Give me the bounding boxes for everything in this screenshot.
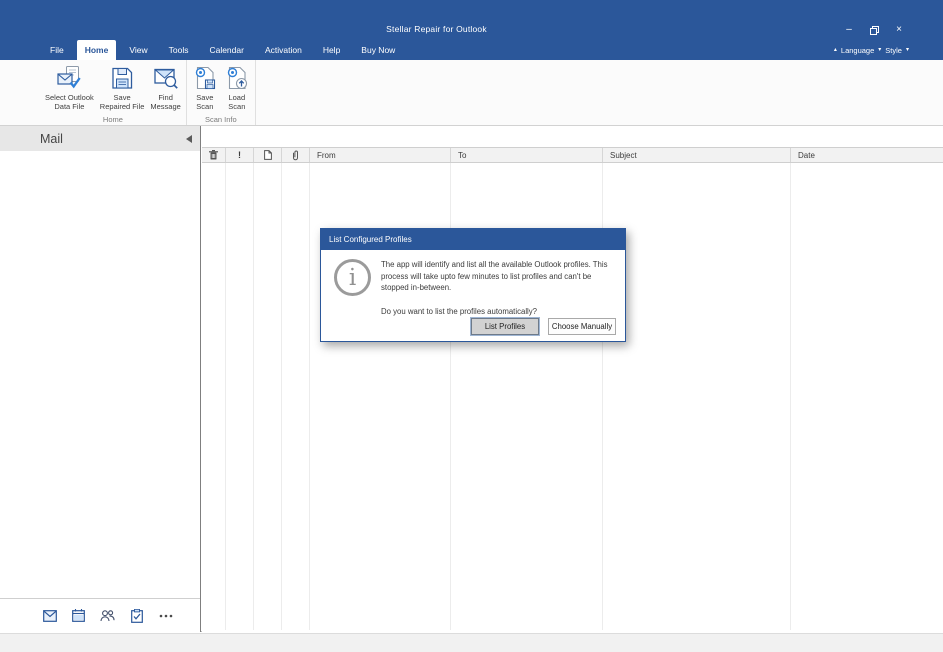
ribbon-group-home: Select Outlook Data File Save Repaired F… [40, 60, 186, 125]
select-outlook-data-file-icon [56, 65, 82, 91]
sidebar-nav-bar [0, 598, 200, 632]
ribbon-button-label: Save Scan [196, 93, 213, 111]
menu-buy-now[interactable]: Buy Now [353, 40, 403, 60]
language-up-icon: ▴ [834, 46, 837, 53]
message-list-header: ! From To Subject Date [202, 147, 943, 163]
dialog-message: The app will identify and list all the a… [381, 259, 621, 294]
menu-view[interactable]: View [121, 40, 155, 60]
column-header-from[interactable]: From [310, 148, 451, 162]
load-scan-button[interactable]: Load Scan [221, 64, 253, 112]
language-menu[interactable]: Language [841, 46, 874, 55]
ribbon: Select Outlook Data File Save Repaired F… [0, 60, 943, 126]
grid-divider [790, 163, 791, 630]
save-repaired-file-button[interactable]: Save Repaired File [97, 64, 148, 112]
message-list-area: ! From To Subject Date [202, 126, 943, 632]
choose-manually-button[interactable]: Choose Manually [548, 318, 616, 335]
ribbon-group-label-scan-info: Scan Info [187, 115, 255, 124]
mail-icon [43, 610, 57, 622]
column-header-to[interactable]: To [451, 148, 603, 162]
main-area: Mail [0, 126, 943, 632]
column-header-subject[interactable]: Subject [603, 148, 791, 162]
menu-activation[interactable]: Activation [257, 40, 310, 60]
ribbon-button-label: Select Outlook Data File [45, 93, 94, 111]
column-header-date[interactable]: Date [791, 148, 943, 162]
document-icon [264, 150, 272, 160]
dialog-body: i The app will identify and list all the… [321, 250, 625, 341]
calendar-nav-button[interactable] [71, 608, 86, 623]
status-bar [0, 633, 943, 652]
style-caret-icon: ▾ [906, 46, 909, 53]
message-list-top-strip [202, 126, 943, 147]
close-button[interactable]: × [891, 24, 907, 36]
minimize-button[interactable]: – [841, 24, 857, 36]
contacts-nav-button[interactable] [100, 608, 115, 623]
menu-calendar[interactable]: Calendar [201, 40, 252, 60]
contacts-icon [100, 610, 115, 622]
language-caret-icon: ▾ [878, 46, 881, 53]
menu-tools[interactable]: Tools [161, 40, 197, 60]
more-icon [159, 614, 173, 618]
find-message-icon [153, 65, 179, 91]
column-header-attachment[interactable] [282, 148, 310, 162]
dialog-title-bar[interactable]: List Configured Profiles [321, 229, 625, 250]
importance-icon: ! [238, 150, 241, 160]
grid-divider [281, 163, 282, 630]
list-profiles-button[interactable]: List Profiles [471, 318, 539, 335]
list-configured-profiles-dialog: List Configured Profiles i The app will … [320, 228, 626, 342]
window-controls: – × [841, 24, 907, 36]
mail-panel-header: Mail [0, 126, 200, 151]
ribbon-group-label-home: Home [40, 115, 186, 124]
dialog-buttons: List Profiles Choose Manually [471, 318, 616, 335]
title-bar: Stellar Repair for Outlook – × [0, 0, 943, 40]
ribbon-button-label: Load Scan [228, 93, 245, 111]
load-scan-icon [224, 65, 250, 91]
grid-divider [309, 163, 310, 630]
grid-divider [225, 163, 226, 630]
grid-divider [253, 163, 254, 630]
find-message-button[interactable]: Find Message [147, 64, 183, 112]
save-repaired-file-icon [109, 65, 135, 91]
app-title: Stellar Repair for Outlook [0, 24, 873, 34]
column-header-item-type[interactable] [254, 148, 282, 162]
menu-home[interactable]: Home [77, 40, 117, 60]
restore-icon [870, 26, 879, 35]
menu-right-group: ▴ Language ▾ Style ▾ [834, 40, 909, 60]
menu-file[interactable]: File [42, 40, 72, 60]
save-scan-button[interactable]: Save Scan [189, 64, 221, 112]
style-menu[interactable]: Style [885, 46, 902, 55]
calendar-icon [72, 609, 85, 622]
menu-bar: File Home View Tools Calendar Activation… [0, 40, 943, 60]
ribbon-button-label: Find Message [150, 93, 180, 111]
more-nav-button[interactable] [158, 608, 173, 623]
ribbon-button-label: Save Repaired File [100, 93, 145, 111]
attachment-icon [292, 150, 299, 161]
tasks-nav-button[interactable] [129, 608, 144, 623]
menu-help[interactable]: Help [315, 40, 348, 60]
tasks-icon [131, 609, 143, 623]
mail-panel-title: Mail [40, 132, 63, 146]
ribbon-group-scan-info: Save Scan Load Scan Scan Info [186, 60, 256, 125]
mail-nav-button[interactable] [42, 608, 57, 623]
dialog-question: Do you want to list the profiles automat… [381, 307, 621, 316]
app-window: Stellar Repair for Outlook – × File Home… [0, 0, 943, 652]
column-header-delete[interactable] [202, 148, 226, 162]
column-header-importance[interactable]: ! [226, 148, 254, 162]
save-scan-icon [192, 65, 218, 91]
delete-icon [209, 150, 218, 160]
restore-button[interactable] [866, 24, 882, 36]
mail-sidebar: Mail [0, 126, 201, 632]
info-icon: i [334, 259, 371, 296]
collapse-panel-icon[interactable] [186, 135, 192, 143]
mail-folder-list [0, 151, 200, 598]
dialog-title: List Configured Profiles [329, 235, 412, 244]
select-outlook-data-file-button[interactable]: Select Outlook Data File [42, 64, 97, 112]
